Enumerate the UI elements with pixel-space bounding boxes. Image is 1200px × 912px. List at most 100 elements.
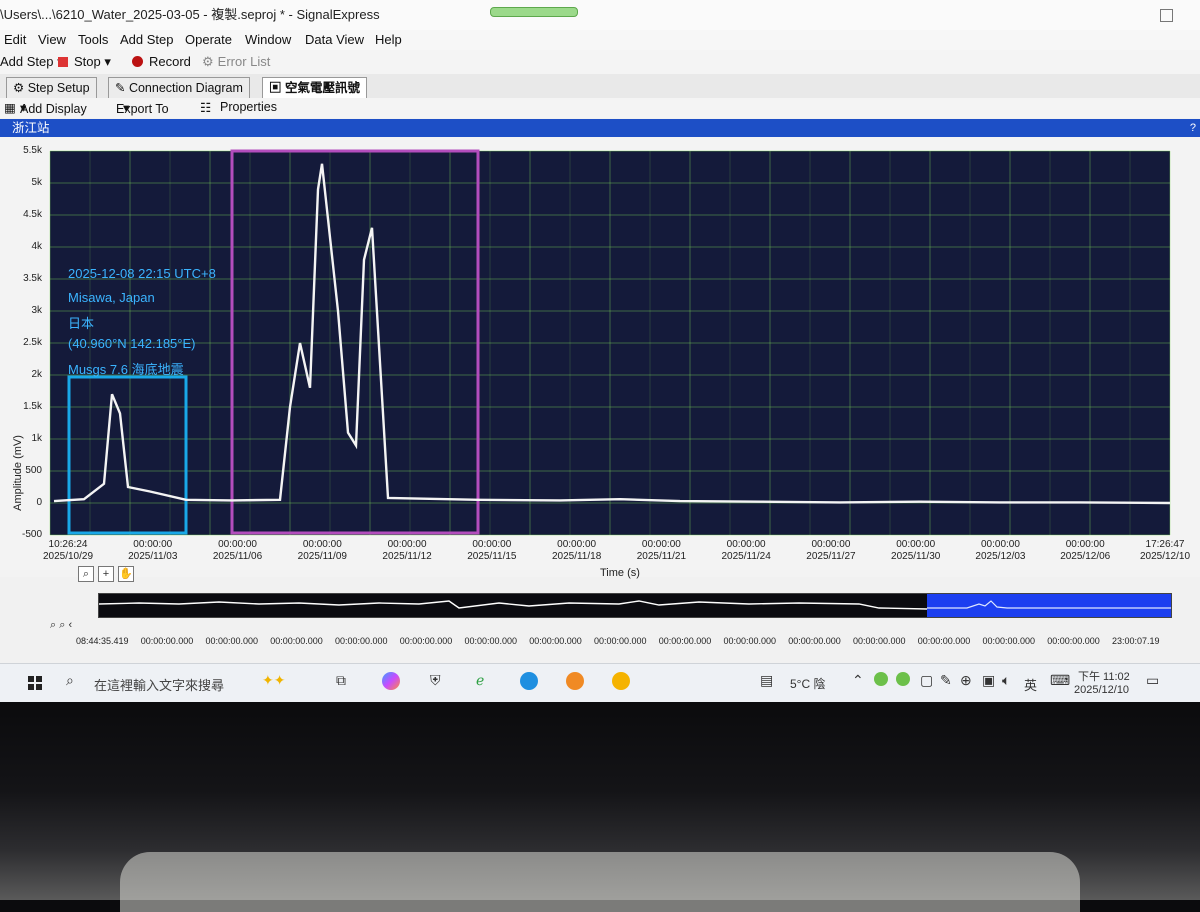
pan-icon[interactable]: ✋: [118, 566, 134, 582]
overview-tick-label: 00:00:00.000: [723, 636, 777, 646]
stop-button[interactable]: Stop ▾: [58, 54, 111, 70]
title-bar: \Users\...\6210_Water_2025-03-05 - 複製.se…: [0, 0, 1200, 31]
overview-zoom-out-icon[interactable]: ⌕: [59, 619, 65, 631]
taskbar-search-input[interactable]: 在這裡輸入文字來搜尋: [94, 675, 224, 694]
overview-selection[interactable]: [927, 594, 1171, 617]
error-list-button[interactable]: ⚙ Error List: [202, 54, 270, 70]
cursor-icon[interactable]: +: [98, 566, 114, 582]
copilot-icon[interactable]: [382, 672, 400, 693]
annotation-country: 日本: [68, 316, 95, 331]
menu-bar: Edit View Tools Add Step Operate Window …: [0, 30, 1200, 50]
tray-green-icon-2[interactable]: [896, 672, 910, 689]
menu-add-step[interactable]: Add Step: [120, 32, 174, 47]
annotation-coordinates: (40.960°N 142.185°E): [68, 336, 196, 351]
record-button[interactable]: Record: [132, 54, 191, 69]
windows-start-icon[interactable]: [28, 676, 42, 690]
panel-header: 浙江站 ?: [0, 119, 1200, 137]
overview-tick-label: 00:00:00.000: [917, 636, 971, 646]
record-label: Record: [149, 54, 191, 69]
media-player-icon[interactable]: [612, 672, 630, 693]
menu-data-view[interactable]: Data View: [305, 32, 364, 47]
selection-waveform: [927, 600, 1171, 609]
waveform-chart[interactable]: [0, 137, 1200, 577]
app-orange-icon[interactable]: [566, 672, 584, 693]
tab-connection-diagram-label: Connection Diagram: [128, 81, 243, 95]
overview-tick-label: 00:00:00.000: [594, 636, 647, 646]
tray-green-icon[interactable]: [874, 672, 888, 689]
copilot-sparkle-icon[interactable]: ✦✦: [262, 672, 285, 689]
error-list-icon: ⚙: [202, 54, 214, 69]
zoom-icon[interactable]: ⌕: [78, 566, 94, 582]
tray-window-icon[interactable]: ▣: [982, 672, 995, 689]
overview-zoom-icon[interactable]: ⌕: [50, 619, 56, 631]
overview-tick-label: 00:00:00.000: [464, 636, 518, 646]
edge-browser-icon[interactable]: [520, 672, 538, 693]
network-icon[interactable]: ⊕: [960, 672, 972, 689]
add-step-label: Add Step: [0, 54, 54, 69]
weather-text: 5°C 陰: [790, 677, 826, 691]
overview-tick-label: 00:00:00.000: [658, 636, 712, 646]
annotation-magnitude: Musgs 7.6 海底地震: [68, 362, 184, 377]
add-display-button[interactable]: Add Display ▾: [20, 100, 87, 116]
menu-help[interactable]: Help: [375, 32, 402, 47]
display-toolbar: ▦ Add Display ▾ Export To ▾ ☷ Properties: [0, 98, 1200, 118]
add-display-label: Add Display: [20, 102, 87, 116]
overview-tools: ⌕ ⌕ ‹: [50, 619, 72, 632]
menu-edit[interactable]: Edit: [4, 32, 26, 47]
connection-icon: ✎: [115, 81, 129, 95]
overview-tick-label: 00:00:00.000: [205, 636, 259, 646]
volume-icon[interactable]: 🔈︎: [1002, 672, 1010, 689]
graph-icon: ▣: [269, 81, 285, 95]
clock-time[interactable]: 下午 11:02: [1078, 668, 1130, 684]
security-shield-icon[interactable]: ⛨: [430, 672, 441, 689]
export-to-label: Export To: [116, 102, 169, 116]
export-to-button[interactable]: Export To ▾: [116, 100, 169, 116]
restore-window-button[interactable]: [1160, 9, 1173, 22]
tray-device-icon[interactable]: ▢: [920, 672, 933, 689]
overview-tick-label: 00:00:00.000: [788, 636, 841, 646]
overview-tick-label: 00:00:00.000: [853, 636, 906, 646]
overview-tick-label: 23:00:07.19: [1112, 636, 1160, 646]
overview-tick-label: 00:00:00.000: [270, 636, 323, 646]
annotation-datetime: 2025-12-08 22:15 UTC+8: [68, 266, 216, 281]
clock-date[interactable]: 2025/12/10: [1074, 684, 1129, 696]
input-language[interactable]: 英: [1024, 675, 1037, 694]
tab-strip: ⚙ Step Setup ✎ Connection Diagram ▣ 空氣電壓…: [0, 74, 1200, 99]
tray-pen-icon[interactable]: ✎: [940, 672, 952, 689]
weather-icon[interactable]: ▤: [760, 672, 773, 689]
add-step-button[interactable]: Add Step ▾: [0, 54, 64, 70]
tab-step-setup[interactable]: ⚙ Step Setup: [6, 77, 97, 98]
graph-display: 5.5k 5k 4.5k 4k 3.5k 3k 2.5k 2k 1.5k 1k 500 0 -500 1…: [0, 137, 1200, 582]
tab-signal-display[interactable]: ▣ 空氣電壓訊號: [262, 77, 367, 98]
graph-tools: ⌕ + ✋: [78, 566, 138, 582]
overview-strip[interactable]: [98, 593, 1172, 618]
laptop-bezel: [0, 702, 1200, 912]
properties-icon: ☷: [200, 101, 212, 115]
ie-browser-icon[interactable]: ℯ: [476, 672, 484, 689]
menu-tools[interactable]: Tools: [78, 32, 108, 47]
add-display-icon: ▦: [4, 101, 16, 115]
help-icon[interactable]: ?: [1190, 119, 1196, 137]
task-view-icon[interactable]: ⧉: [336, 672, 346, 689]
monitor-screen: \Users\...\6210_Water_2025-03-05 - 複製.se…: [0, 0, 1200, 702]
error-list-label: Error List: [217, 54, 271, 69]
window-title: \Users\...\6210_Water_2025-03-05 - 複製.se…: [0, 7, 380, 22]
tab-signal-display-label: 空氣電壓訊號: [284, 81, 360, 95]
progress-indicator: [490, 7, 578, 17]
properties-button[interactable]: Properties: [220, 100, 277, 114]
ime-icon[interactable]: ⌨: [1050, 672, 1070, 689]
overview-tick-label: 00:00:00.000: [982, 636, 1036, 646]
menu-view[interactable]: View: [38, 32, 66, 47]
overview-tick-label: 08:44:35.419: [76, 636, 129, 646]
overview-tick-label: 00:00:00.000: [1047, 636, 1100, 646]
menu-operate[interactable]: Operate: [185, 32, 232, 47]
menu-window[interactable]: Window: [245, 32, 291, 47]
tab-connection-diagram[interactable]: ✎ Connection Diagram: [108, 77, 250, 98]
notification-icon[interactable]: ▭: [1146, 672, 1159, 689]
annotation-location: Misawa, Japan: [68, 290, 155, 305]
tab-step-setup-label: Step Setup: [27, 81, 90, 95]
record-icon: [132, 56, 143, 67]
chevron-up-icon[interactable]: ⌃: [852, 672, 864, 689]
search-icon[interactable]: ⌕: [66, 672, 74, 689]
overview-left-arrow-icon[interactable]: ‹: [68, 619, 72, 631]
